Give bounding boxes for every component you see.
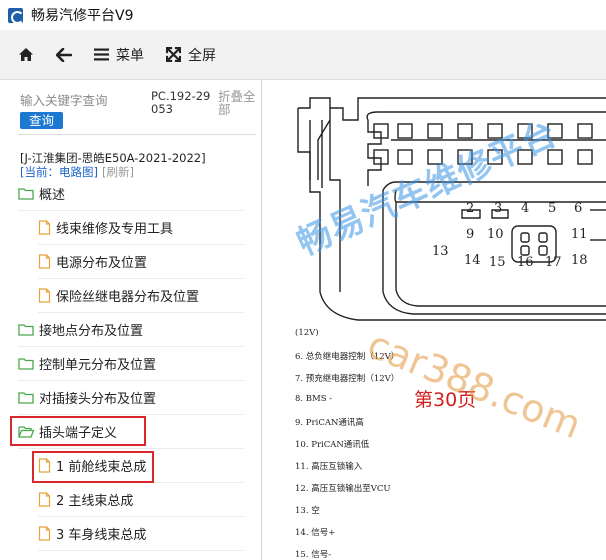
file-icon xyxy=(38,220,51,235)
tree-item-ground-points[interactable]: 接地点分布及位置 xyxy=(18,313,244,347)
pin-definition-row: 11. 高压互锁输入 xyxy=(295,462,363,472)
folder-icon xyxy=(18,188,34,200)
pin-definition-row: 13. 空 xyxy=(295,506,320,516)
tree-item-body-harness[interactable]: 3 车身线束总成 xyxy=(38,517,244,551)
tree-item-overview[interactable]: 概述 xyxy=(18,177,244,211)
menu-button[interactable]: 菜单 xyxy=(94,45,144,65)
highlight-box xyxy=(10,416,146,446)
pin-label: 15 xyxy=(489,255,506,270)
tree-item-label: 接地点分布及位置 xyxy=(39,324,144,339)
pin-label: 9 xyxy=(466,227,474,242)
pin-label: 14 xyxy=(464,253,481,268)
folder-icon xyxy=(18,358,34,370)
fullscreen-button[interactable]: 全屏 xyxy=(166,45,216,65)
file-icon xyxy=(38,288,51,303)
tree-item-label: 2 主线束总成 xyxy=(56,494,134,509)
pin-definition-row: 6. 总负继电器控制（12V） xyxy=(295,352,400,362)
pin-label: 3 xyxy=(494,201,502,216)
tree-item-wiring-repair-tools[interactable]: 线束维修及专用工具 xyxy=(38,211,244,245)
tree-item-label: 电源分布及位置 xyxy=(56,256,148,271)
tree-item-power-distribution[interactable]: 电源分布及位置 xyxy=(38,245,244,279)
pin-definition-row: 8. BMS - xyxy=(295,394,333,404)
pin-label: 18 xyxy=(571,253,588,268)
pin-definition-row: 14. 信号+ xyxy=(295,528,336,538)
window-title: 畅易汽修平台V9 xyxy=(31,8,134,24)
pin-label: 11 xyxy=(571,227,588,242)
title-bar: 畅易汽修平台V9 xyxy=(0,0,606,30)
back-button[interactable] xyxy=(56,47,72,62)
file-icon xyxy=(38,526,51,541)
pin-definition-row: 10. PriCAN通讯低 xyxy=(295,440,370,450)
sidebar: 查询 PC.192-29053 折叠全部 [J-江淮集团-思皓E50A-2021… xyxy=(0,80,262,560)
fullscreen-icon xyxy=(166,47,181,62)
document-view[interactable]: 2 3 4 5 6 9 10 11 13 14 15 16 17 18 (12V… xyxy=(268,80,606,560)
menu-icon xyxy=(94,48,109,61)
connector-drawing: 2 3 4 5 6 9 10 11 13 14 15 16 17 18 xyxy=(297,97,606,321)
pin-definition-row: 7. 预充继电器控制（12V） xyxy=(295,374,400,384)
search-input[interactable] xyxy=(20,91,148,110)
home-button[interactable] xyxy=(18,47,34,62)
pin-label: 5 xyxy=(548,201,556,216)
home-icon xyxy=(19,48,33,61)
pin-label: 17 xyxy=(545,255,562,270)
pin-definition-row: (12V) xyxy=(295,328,319,338)
tree-item-label: 控制单元分布及位置 xyxy=(39,358,157,373)
pin-label: 13 xyxy=(432,244,449,259)
pin-label: 16 xyxy=(517,255,534,270)
file-icon xyxy=(38,492,51,507)
tree-item-label: 线束维修及专用工具 xyxy=(56,222,174,237)
tree-item-main-harness[interactable]: 2 主线束总成 xyxy=(38,483,244,517)
highlight-box xyxy=(32,451,154,483)
pin-label: 10 xyxy=(487,227,504,242)
folder-icon xyxy=(18,392,34,404)
search-area: 查询 xyxy=(20,90,150,129)
pc-code: PC.192-29053 xyxy=(151,89,211,116)
pin-definition-row: 15. 信号- xyxy=(295,550,332,560)
tree-item-label: 对插接头分布及位置 xyxy=(39,392,157,407)
pin-label: 4 xyxy=(521,201,529,216)
app-logo-icon xyxy=(8,7,24,24)
tree-item-control-units[interactable]: 控制单元分布及位置 xyxy=(18,347,244,381)
page-number-label: 第30页 xyxy=(414,389,477,411)
toolbar: 菜单 全屏 xyxy=(0,30,606,80)
menu-label: 菜单 xyxy=(116,47,144,64)
tree-item-fuse-relay-distribution[interactable]: 保险丝继电器分布及位置 xyxy=(38,279,244,313)
fullscreen-label: 全屏 xyxy=(188,47,216,64)
pin-definition-row: 9. PriCAN通讯高 xyxy=(295,418,364,428)
pin-label: 2 xyxy=(466,201,474,216)
folder-icon xyxy=(18,324,34,336)
divider xyxy=(18,134,256,135)
pin-definition-row: 12. 高压互锁输出至VCU xyxy=(295,484,391,494)
tree-item-label: 概述 xyxy=(39,188,66,203)
tree-item-inline-connectors[interactable]: 对插接头分布及位置 xyxy=(18,381,244,415)
search-button[interactable]: 查询 xyxy=(20,111,64,129)
tree-item-label: 3 车身线束总成 xyxy=(56,528,147,543)
arrow-left-icon xyxy=(56,47,72,62)
file-icon xyxy=(38,254,51,269)
pin-label: 6 xyxy=(574,201,582,216)
tree-item-label: 保险丝继电器分布及位置 xyxy=(56,290,200,305)
collapse-all-button[interactable]: 折叠全部 xyxy=(218,90,260,116)
